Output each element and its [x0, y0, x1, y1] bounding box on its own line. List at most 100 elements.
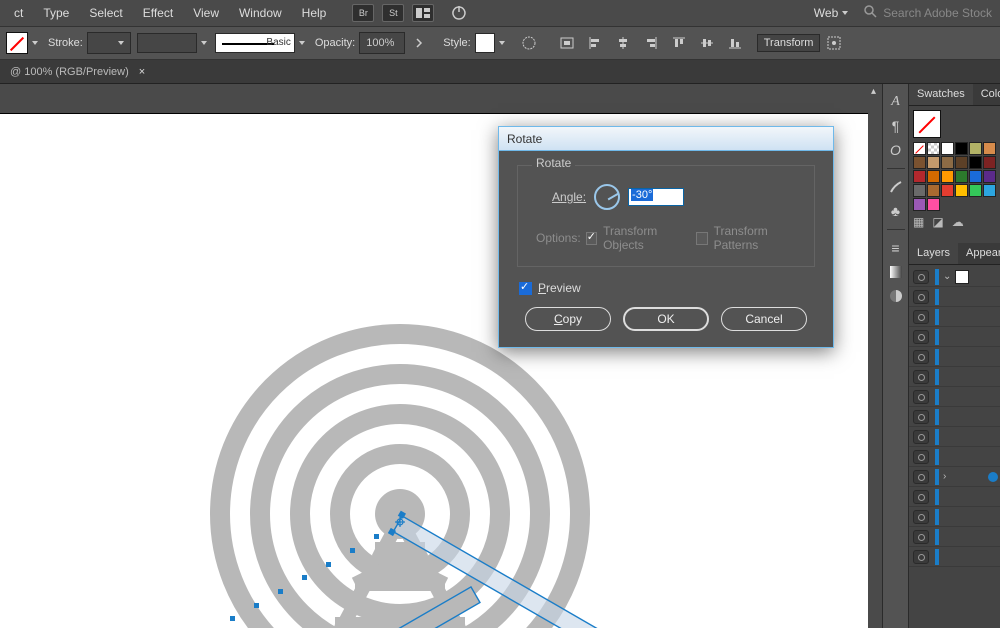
visibility-icon[interactable]: [913, 350, 929, 364]
swatch-cell[interactable]: [983, 142, 996, 155]
swatch-cell[interactable]: [941, 170, 954, 183]
swatch-options-icon[interactable]: ☁: [952, 215, 964, 229]
preview-checkbox[interactable]: [519, 282, 532, 295]
tab-color[interactable]: Colo: [973, 84, 1000, 105]
swatch-cell[interactable]: [927, 198, 940, 211]
tab-appearance[interactable]: Appeara: [958, 243, 1000, 264]
chevron-down-icon[interactable]: ⌄: [943, 271, 951, 282]
chevron-right-icon[interactable]: ›: [943, 471, 946, 482]
swatch-cell[interactable]: [969, 170, 982, 183]
ok-button[interactable]: OK: [623, 307, 709, 331]
opacity-input[interactable]: 100%: [359, 32, 405, 54]
fill-swatch[interactable]: [6, 32, 28, 54]
angle-input[interactable]: -30°: [628, 188, 684, 206]
layer-row[interactable]: [909, 447, 1000, 467]
swatch-cell[interactable]: [955, 156, 968, 169]
swatch-cell[interactable]: [983, 156, 996, 169]
menu-item[interactable]: ct: [4, 0, 33, 26]
menu-item-window[interactable]: Window: [229, 0, 292, 26]
visibility-icon[interactable]: [913, 270, 929, 284]
document-tab[interactable]: @ 100% (RGB/Preview): [10, 66, 129, 78]
swatch-cell[interactable]: [969, 142, 982, 155]
swatch-cell[interactable]: [969, 156, 982, 169]
swatch-registration[interactable]: [927, 142, 940, 155]
swatch-cell[interactable]: [983, 170, 996, 183]
align-top-icon[interactable]: [668, 32, 690, 54]
visibility-icon[interactable]: [913, 450, 929, 464]
search-stock[interactable]: Search Adobe Stock: [856, 5, 1000, 21]
transparency-icon[interactable]: [885, 285, 907, 307]
swatch-libraries-icon[interactable]: ▦: [913, 215, 924, 229]
stroke-weight-input[interactable]: [87, 32, 131, 54]
opacity-expand-icon[interactable]: [408, 32, 430, 54]
menu-item-effect[interactable]: Effect: [133, 0, 183, 26]
layer-row[interactable]: ⌄: [909, 267, 1000, 287]
vertical-scrollbar[interactable]: ▴: [868, 84, 882, 628]
menu-item-view[interactable]: View: [183, 0, 229, 26]
swatch-cell[interactable]: [913, 198, 926, 211]
swatch-cell[interactable]: [913, 156, 926, 169]
align-right-icon[interactable]: [640, 32, 662, 54]
gradient-panel-icon[interactable]: [885, 261, 907, 283]
layer-row[interactable]: ›: [909, 467, 1000, 487]
layer-row[interactable]: [909, 427, 1000, 447]
swatch-cell[interactable]: [955, 170, 968, 183]
visibility-icon[interactable]: [913, 470, 929, 484]
visibility-icon[interactable]: [913, 290, 929, 304]
symbols-icon[interactable]: ♣: [885, 200, 907, 222]
layer-row[interactable]: [909, 347, 1000, 367]
recolor-icon[interactable]: [518, 32, 540, 54]
chevron-down-icon[interactable]: [299, 41, 305, 45]
close-tab-icon[interactable]: ×: [139, 66, 145, 78]
layer-row[interactable]: [909, 507, 1000, 527]
brushes-icon[interactable]: [885, 176, 907, 198]
gpu-icon[interactable]: [448, 4, 470, 22]
layer-row[interactable]: [909, 367, 1000, 387]
swatch-cell[interactable]: [913, 184, 926, 197]
type-panel-icon[interactable]: A: [885, 91, 907, 113]
swatch-cell[interactable]: [941, 142, 954, 155]
align-center-v-icon[interactable]: [696, 32, 718, 54]
layer-row[interactable]: [909, 307, 1000, 327]
swatch-cell[interactable]: [955, 142, 968, 155]
tab-layers[interactable]: Layers: [909, 243, 958, 264]
visibility-icon[interactable]: [913, 390, 929, 404]
swatch-cell[interactable]: [983, 184, 996, 197]
visibility-icon[interactable]: [913, 490, 929, 504]
align-left-icon[interactable]: [584, 32, 606, 54]
swatch-none-icon[interactable]: [913, 110, 941, 138]
stroke-profile[interactable]: [137, 33, 197, 53]
workspace-switcher[interactable]: Web: [806, 6, 856, 20]
angle-dial[interactable]: [594, 184, 620, 210]
stock-icon[interactable]: St: [382, 4, 404, 22]
swatch-cell[interactable]: [969, 184, 982, 197]
visibility-icon[interactable]: [913, 330, 929, 344]
copy-button[interactable]: Copy: [525, 307, 611, 331]
visibility-icon[interactable]: [913, 310, 929, 324]
visibility-icon[interactable]: [913, 530, 929, 544]
swatch-cell[interactable]: [941, 184, 954, 197]
isolate-icon[interactable]: [823, 32, 845, 54]
align-to-icon[interactable]: [556, 32, 578, 54]
visibility-icon[interactable]: [913, 550, 929, 564]
visibility-icon[interactable]: [913, 370, 929, 384]
chevron-down-icon[interactable]: [32, 41, 38, 45]
opentype-icon[interactable]: O: [885, 139, 907, 161]
align-center-h-icon[interactable]: [612, 32, 634, 54]
layer-row[interactable]: [909, 387, 1000, 407]
visibility-icon[interactable]: [913, 410, 929, 424]
swatch-cell[interactable]: [941, 156, 954, 169]
target-icon[interactable]: [988, 472, 998, 482]
layer-row[interactable]: [909, 407, 1000, 427]
cancel-button[interactable]: Cancel: [721, 307, 807, 331]
chevron-down-icon[interactable]: [201, 41, 207, 45]
layer-row[interactable]: [909, 327, 1000, 347]
menu-item-type[interactable]: Type: [33, 0, 79, 26]
stroke-panel-icon[interactable]: ≡: [885, 237, 907, 259]
transform-button[interactable]: Transform: [757, 34, 821, 52]
swatch-cell[interactable]: [927, 170, 940, 183]
bridge-icon[interactable]: Br: [352, 4, 374, 22]
visibility-icon[interactable]: [913, 510, 929, 524]
swatch-cell[interactable]: [927, 184, 940, 197]
layer-row[interactable]: [909, 527, 1000, 547]
